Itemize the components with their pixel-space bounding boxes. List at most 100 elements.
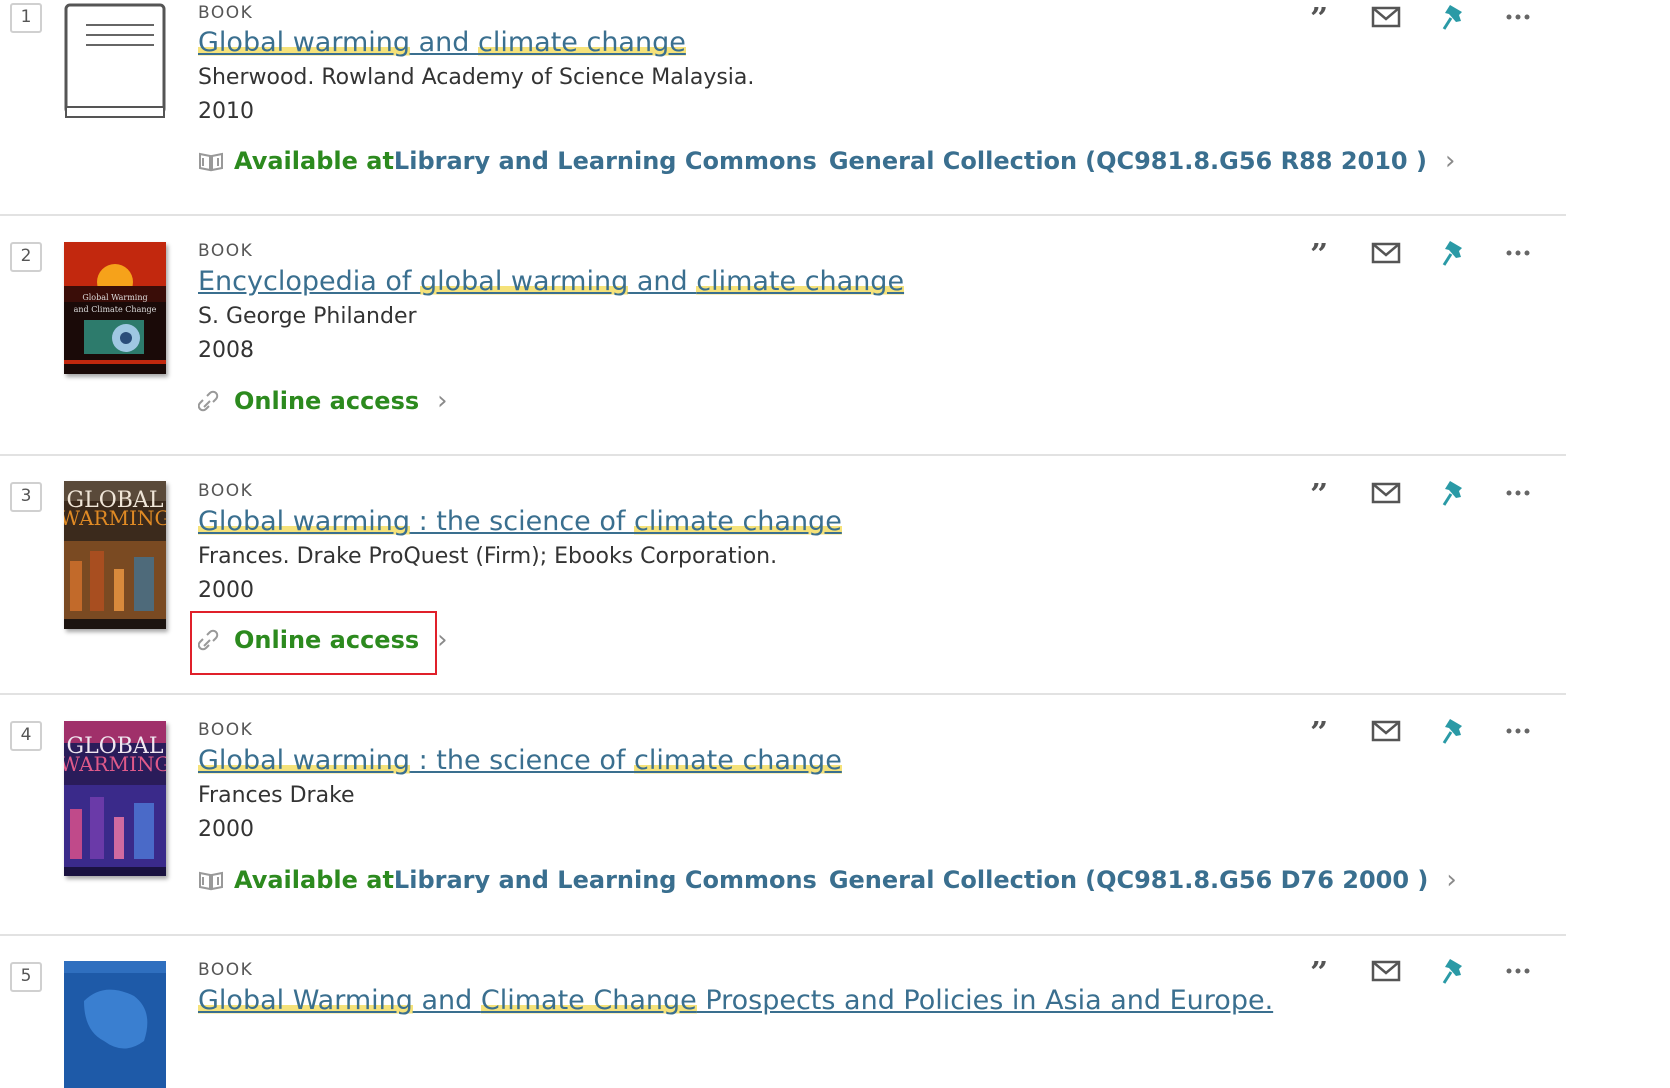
divider (0, 214, 1566, 216)
result-type: BOOK (198, 720, 254, 740)
result-actions: ” (1300, 236, 1540, 270)
chevron-right-icon: › (1444, 146, 1456, 176)
pin-icon[interactable] (1434, 714, 1474, 748)
result-title[interactable]: Global warming : the science of climate … (198, 506, 842, 537)
svg-text:and Climate Change: and Climate Change (74, 305, 157, 314)
cite-quote-icon[interactable]: ” (1300, 476, 1340, 510)
result-author: Sherwood. Rowland Academy of Science Mal… (198, 65, 755, 90)
result-title[interactable]: Global warming and climate change (198, 27, 686, 58)
availability-link[interactable]: Available at Library and Learning Common… (198, 865, 1457, 895)
title-highlight: Global warming (198, 745, 411, 776)
result-actions: ” (1300, 476, 1540, 510)
email-icon[interactable] (1366, 236, 1406, 270)
availability-link[interactable]: Available at Library and Learning Common… (198, 146, 1455, 176)
title-text: : the science of (410, 506, 634, 537)
pin-icon[interactable] (1434, 954, 1474, 988)
email-icon[interactable] (1366, 714, 1406, 748)
title-highlight: climate change (633, 745, 842, 776)
cite-quote-icon[interactable]: ” (1300, 714, 1340, 748)
title-text: and (412, 985, 481, 1016)
encyclopedia-cover-thumbnail[interactable]: Global Warming and Climate Change (64, 242, 166, 374)
link-icon (197, 389, 224, 413)
result-author: S. George Philander (198, 304, 417, 329)
cite-quote-icon[interactable]: ” (1300, 0, 1340, 34)
result-actions: ” (1300, 714, 1540, 748)
title-highlight: climate change (633, 506, 842, 537)
divider (0, 934, 1566, 936)
asia-europe-cover-thumbnail[interactable] (64, 961, 166, 1088)
result-author: Frances. Drake ProQuest (Firm); Ebooks C… (198, 544, 778, 569)
cite-quote-icon[interactable]: ” (1300, 236, 1340, 270)
result-type: BOOK (198, 241, 254, 261)
chevron-right-icon: › (437, 386, 448, 416)
result-author: Frances Drake (198, 783, 355, 808)
focus-highlight-box (190, 611, 437, 675)
title-text: and (410, 27, 478, 58)
result-number: 5 (10, 962, 42, 992)
book-placeholder-thumbnail[interactable] (64, 3, 166, 118)
more-icon[interactable] (1498, 0, 1538, 34)
chevron-right-icon: › (1446, 865, 1457, 895)
divider (0, 454, 1566, 456)
title-highlight: Climate Change (480, 985, 697, 1016)
cover-text: WARMING (64, 752, 166, 776)
result-title[interactable]: Global Warming and Climate Change Prospe… (198, 985, 1273, 1016)
result-year: 2000 (198, 578, 254, 603)
title-highlight: Global Warming (198, 985, 413, 1016)
more-icon[interactable] (1498, 476, 1538, 510)
result-type: BOOK (198, 960, 254, 980)
cover-text: WARMING (64, 506, 166, 530)
result-type: BOOK (198, 3, 254, 23)
global-warming-cover-orange-thumbnail[interactable]: GLOBAL WARMING (64, 481, 166, 629)
svg-text:”: ” (1310, 961, 1328, 981)
online-access-label: Online access (234, 387, 420, 415)
svg-text:”: ” (1310, 483, 1328, 503)
result-type: BOOK (198, 481, 254, 501)
more-icon[interactable] (1498, 714, 1538, 748)
svg-text:”: ” (1310, 243, 1328, 263)
call-number: (QC981.8.G56 R88 2010 ) (1085, 147, 1427, 175)
availability-location: Library and Learning Commons (393, 866, 817, 894)
availability-status: Available at (234, 866, 394, 894)
email-icon[interactable] (1366, 954, 1406, 988)
title-highlight: Global warming (198, 27, 411, 58)
result-actions: ” (1300, 0, 1540, 34)
title-highlight: climate change (478, 27, 686, 58)
call-number: (QC981.8.G56 D76 2000 ) (1085, 866, 1429, 894)
result-number: 1 (10, 3, 42, 33)
more-icon[interactable] (1498, 236, 1538, 270)
title-highlight: global warming (420, 266, 629, 297)
result-year: 2010 (198, 99, 254, 124)
result-actions: ” (1300, 954, 1540, 988)
email-icon[interactable] (1366, 0, 1406, 34)
result-year: 2000 (198, 817, 254, 842)
divider (0, 693, 1566, 695)
svg-text:”: ” (1310, 7, 1328, 27)
result-title[interactable]: Global warming : the science of climate … (198, 745, 842, 776)
title-text: Encyclopedia of (198, 266, 420, 297)
online-access-link[interactable]: Online access › (197, 386, 448, 416)
availability-collection: General Collection (828, 866, 1078, 894)
result-title[interactable]: Encyclopedia of global warming and clima… (198, 266, 905, 297)
availability-collection: General Collection (828, 147, 1078, 175)
cite-quote-icon[interactable]: ” (1300, 954, 1340, 988)
global-warming-cover-purple-thumbnail[interactable]: GLOBAL WARMING (64, 721, 166, 876)
result-number: 3 (10, 482, 42, 512)
pin-icon[interactable] (1434, 0, 1474, 34)
title-text: and (628, 266, 697, 297)
book-open-icon (198, 149, 224, 173)
title-text: : the science of (410, 745, 634, 776)
more-icon[interactable] (1498, 954, 1538, 988)
pin-icon[interactable] (1434, 476, 1474, 510)
svg-text:Global Warming: Global Warming (82, 293, 147, 302)
result-year: 2008 (198, 338, 254, 363)
email-icon[interactable] (1366, 476, 1406, 510)
pin-icon[interactable] (1434, 236, 1474, 270)
result-number: 4 (10, 721, 42, 751)
result-number: 2 (10, 242, 42, 272)
book-open-icon (198, 868, 224, 892)
svg-text:”: ” (1310, 721, 1328, 741)
title-highlight: Global warming (198, 506, 411, 537)
chevron-right-icon: › (437, 625, 448, 655)
availability-status: Available at (234, 147, 394, 175)
